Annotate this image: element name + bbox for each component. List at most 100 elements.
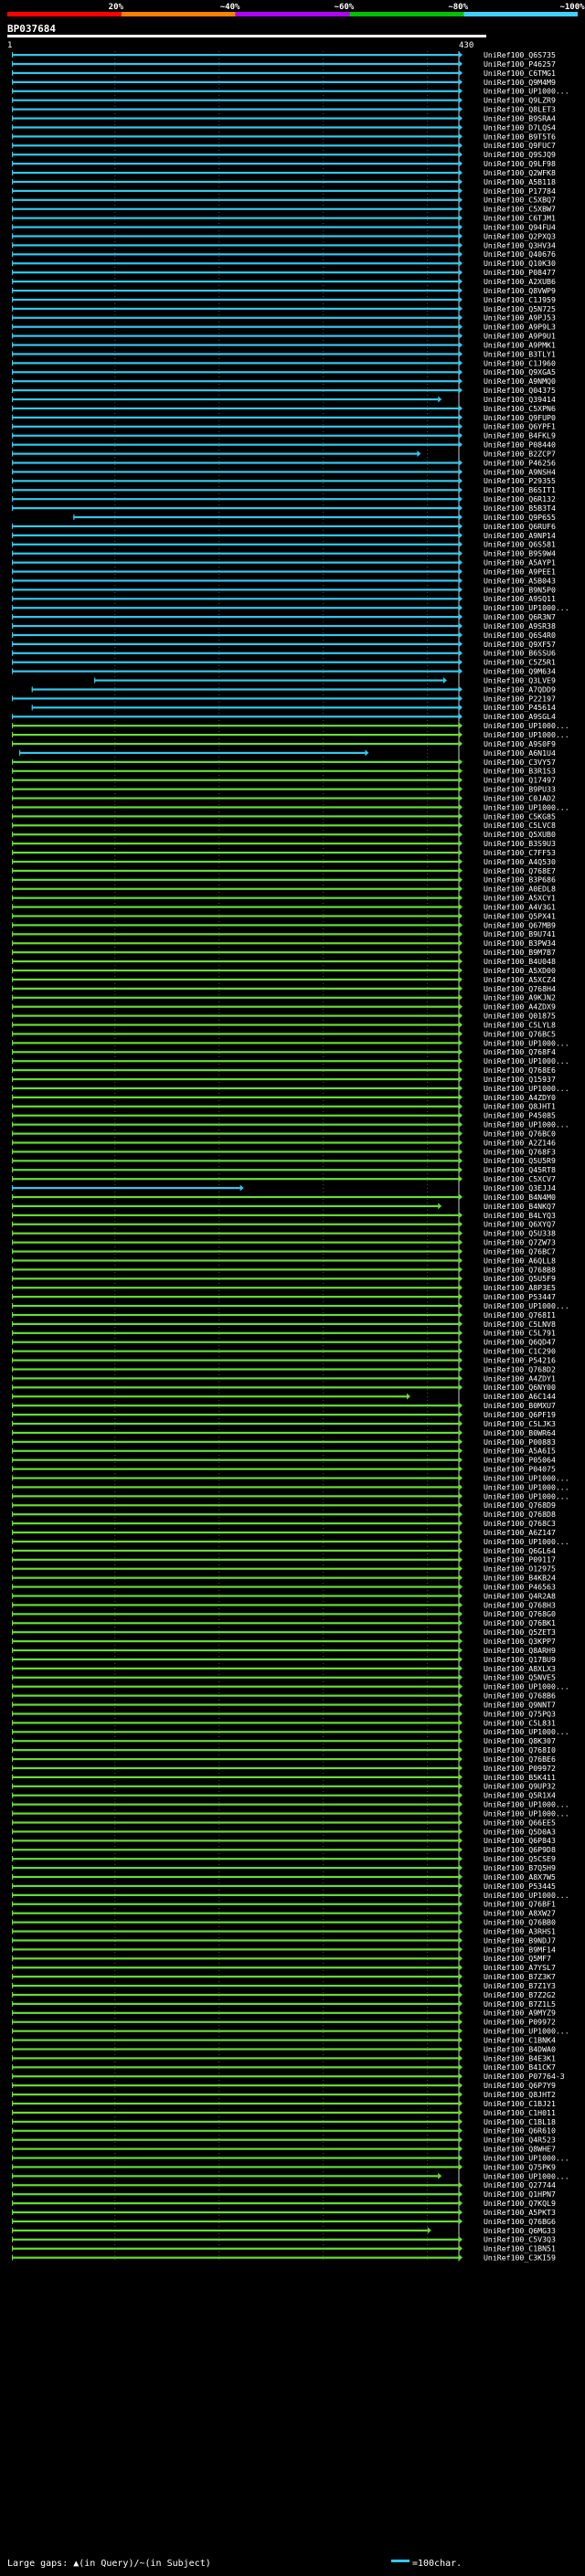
hit-label[interactable]: UniRef100_Q7KQL9 <box>484 2199 556 2208</box>
hit-label[interactable]: UniRef100_UP1000... <box>484 87 569 96</box>
hit-label[interactable]: UniRef100_Q768B8 <box>484 1265 556 1274</box>
hit-label[interactable]: UniRef100_Q7ZW73 <box>484 1238 556 1247</box>
hit-bar[interactable] <box>12 226 459 228</box>
hit-bar[interactable] <box>12 2111 459 2115</box>
hit-label[interactable]: UniRef100_B7Z1L5 <box>484 1999 556 2009</box>
hit-label[interactable]: UniRef100_A5XD00 <box>484 966 556 975</box>
hit-label[interactable]: UniRef100_C1BN51 <box>484 2244 556 2253</box>
hit-bar[interactable] <box>12 2184 459 2187</box>
hit-bar[interactable] <box>12 2175 439 2178</box>
hit-label[interactable]: UniRef100_P45614 <box>484 703 556 712</box>
hit-bar[interactable] <box>12 788 459 790</box>
hit-label[interactable]: UniRef100_Q6P843 <box>484 1836 556 1845</box>
hit-bar[interactable] <box>12 1648 459 1652</box>
hit-bar[interactable] <box>12 1214 459 1216</box>
hit-label[interactable]: UniRef100_Q3LVE9 <box>484 675 556 684</box>
hit-bar[interactable] <box>12 806 459 809</box>
hit-label[interactable]: UniRef100_A9PEE1 <box>484 567 556 576</box>
hit-label[interactable]: UniRef100_A5B043 <box>484 576 556 585</box>
hit-bar[interactable] <box>12 1993 459 1997</box>
hit-label[interactable]: UniRef100_C5V3Q3 <box>484 2235 556 2244</box>
hit-bar[interactable] <box>12 1287 459 1289</box>
hit-bar[interactable] <box>12 1976 459 1978</box>
hit-label[interactable]: UniRef100_O12975 <box>484 1564 556 1574</box>
hit-label[interactable]: UniRef100_Q768C3 <box>484 1519 556 1528</box>
hit-label[interactable]: UniRef100_A2XUB6 <box>484 277 556 286</box>
hit-bar[interactable] <box>12 1377 459 1380</box>
hit-label[interactable]: UniRef100_Q3EJJ4 <box>484 1183 556 1193</box>
hit-bar[interactable] <box>12 389 459 392</box>
hit-bar[interactable] <box>12 1405 459 1407</box>
hit-bar[interactable] <box>12 1304 459 1308</box>
hit-label[interactable]: UniRef100_B9U741 <box>484 929 556 938</box>
hit-bar[interactable] <box>12 1604 459 1606</box>
hit-bar[interactable] <box>12 452 418 455</box>
hit-bar[interactable] <box>12 779 459 781</box>
hit-label[interactable]: UniRef100_A5PKT3 <box>484 2208 556 2217</box>
hit-label[interactable]: UniRef100_Q768E7 <box>484 866 556 875</box>
hit-bar[interactable] <box>12 1014 459 1017</box>
hit-bar[interactable] <box>12 742 459 746</box>
hit-bar[interactable] <box>12 1023 459 1026</box>
hit-bar[interactable] <box>12 1757 459 1761</box>
hit-label[interactable]: UniRef100_Q5D0A3 <box>484 1827 556 1836</box>
hit-bar[interactable] <box>12 543 459 546</box>
hit-bar[interactable] <box>12 843 459 845</box>
hit-bar[interactable] <box>12 362 459 365</box>
hit-label[interactable]: UniRef100_Q5R1X4 <box>484 1791 556 1800</box>
hit-bar[interactable] <box>12 425 459 428</box>
hit-label[interactable]: UniRef100_Q17BU9 <box>484 1655 556 1664</box>
hit-label[interactable]: UniRef100_A9NSH4 <box>484 467 556 476</box>
hit-label[interactable]: UniRef100_A5XCY1 <box>484 894 556 903</box>
hit-label[interactable]: UniRef100_Q39414 <box>484 395 556 404</box>
hit-label[interactable]: UniRef100_C1BJ21 <box>484 2099 556 2108</box>
hit-bar[interactable] <box>12 878 459 881</box>
hit-label[interactable]: UniRef100_B7Q5H9 <box>484 1863 556 1872</box>
hit-bar[interactable] <box>12 2138 459 2141</box>
hit-bar[interactable] <box>12 1223 459 1225</box>
hit-label[interactable]: UniRef100_A9S0F9 <box>484 739 556 748</box>
hit-bar[interactable] <box>12 2030 459 2032</box>
hit-label[interactable]: UniRef100_Q76BC5 <box>484 1029 556 1038</box>
hit-label[interactable]: UniRef100_A9SGL4 <box>484 712 556 721</box>
hit-bar[interactable] <box>12 1123 459 1126</box>
hit-label[interactable]: UniRef100_A9PJ53 <box>484 313 556 323</box>
hit-bar[interactable] <box>12 1033 459 1035</box>
hit-label[interactable]: UniRef100_C5LYL8 <box>484 1020 556 1029</box>
hit-bar[interactable] <box>12 298 459 302</box>
hit-bar[interactable] <box>12 163 459 165</box>
hit-label[interactable]: UniRef100_P46256 <box>484 458 556 467</box>
hit-label[interactable]: UniRef100_UP1000... <box>484 730 569 739</box>
hit-bar[interactable] <box>12 1195 459 1199</box>
hit-label[interactable]: UniRef100_P53447 <box>484 1292 556 1301</box>
hit-bar[interactable] <box>12 189 459 192</box>
hit-bar[interactable] <box>12 1558 459 1561</box>
hit-label[interactable]: UniRef100_A5A6I5 <box>484 1447 556 1456</box>
hit-bar[interactable] <box>12 624 459 628</box>
hit-label[interactable]: UniRef100_UP1000... <box>484 1682 569 1691</box>
hit-label[interactable]: UniRef100_A6QLL8 <box>484 1256 556 1265</box>
hit-label[interactable]: UniRef100_P09117 <box>484 1555 556 1564</box>
hit-label[interactable]: UniRef100_A9P9U1 <box>484 332 556 341</box>
hit-label[interactable]: UniRef100_Q9XGA5 <box>484 367 556 376</box>
hit-bar[interactable] <box>12 1368 459 1371</box>
hit-label[interactable]: UniRef100_B9T5T6 <box>484 132 556 141</box>
hit-bar[interactable] <box>12 1830 459 1833</box>
hit-bar[interactable] <box>12 1858 459 1860</box>
hit-label[interactable]: UniRef100_Q1HPN7 <box>484 2189 556 2199</box>
hit-bar[interactable] <box>12 1259 459 1262</box>
hit-label[interactable]: UniRef100_Q768E6 <box>484 1065 556 1075</box>
hit-label[interactable]: UniRef100_A5AYP1 <box>484 558 556 567</box>
hit-bar[interactable] <box>12 244 459 247</box>
hit-bar[interactable] <box>12 217 459 219</box>
hit-bar[interactable] <box>12 2066 459 2069</box>
hit-label[interactable]: UniRef100_Q9SJQ9 <box>484 150 556 159</box>
hit-bar[interactable] <box>12 579 459 582</box>
hit-label[interactable]: UniRef100_A4Q530 <box>484 857 556 866</box>
hit-bar[interactable] <box>12 489 459 492</box>
hit-bar[interactable] <box>12 1821 459 1824</box>
hit-bar[interactable] <box>12 1449 459 1452</box>
hit-bar[interactable] <box>12 90 459 92</box>
hit-label[interactable]: UniRef100_B0MXU7 <box>484 1401 556 1410</box>
hit-label[interactable]: UniRef100_Q6S4R0 <box>484 631 556 640</box>
